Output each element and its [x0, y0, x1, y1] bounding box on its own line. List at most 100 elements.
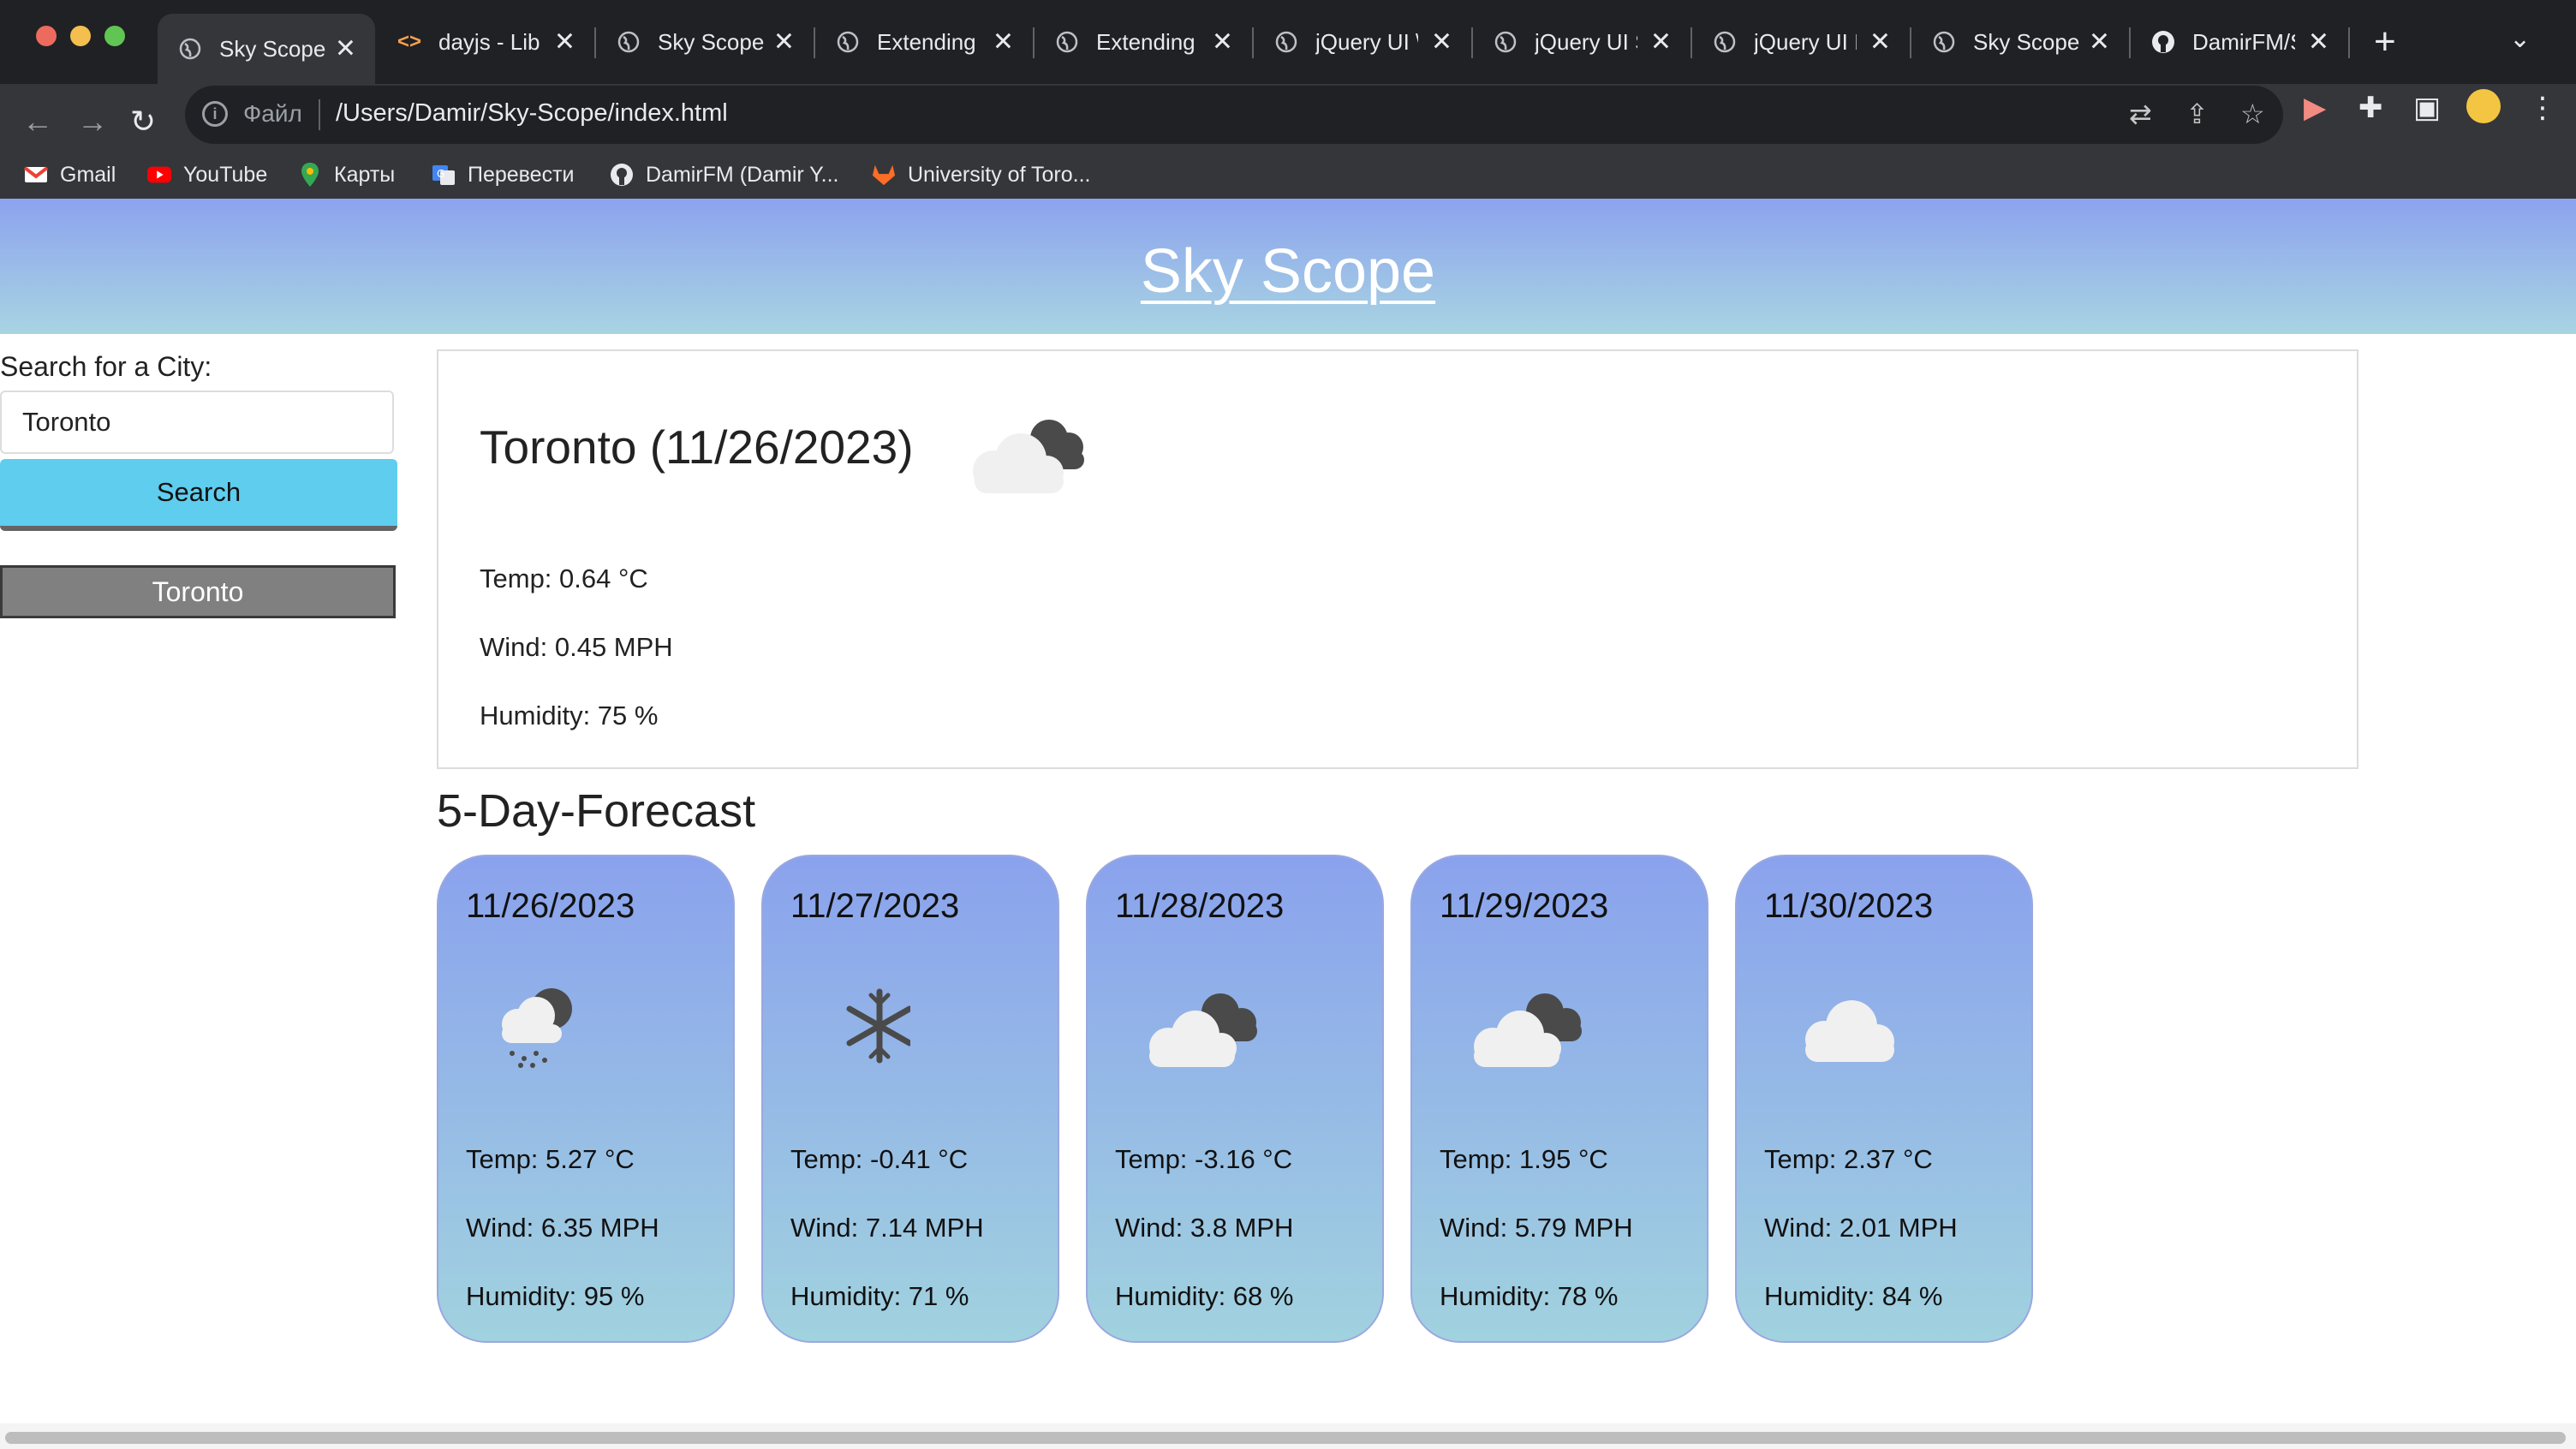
close-tab-icon[interactable]: ✕	[335, 34, 356, 64]
address-url[interactable]: /Users/Damir/Sky-Scope/index.html	[336, 99, 728, 128]
forecast-wind: Wind: 3.8 MPH	[1115, 1213, 1294, 1243]
browser-tab[interactable]: Sky Scope ✕	[1911, 14, 2131, 70]
close-tab-icon[interactable]: ✕	[1869, 27, 1891, 57]
tab-title: Sky Scope	[219, 35, 326, 62]
forecast-temperature: Temp: -0.41 °C	[790, 1144, 969, 1174]
forecast-temperature: Temp: 1.95 °C	[1440, 1144, 1608, 1174]
browser-tab[interactable]: <> dayjs - Lib ✕	[377, 14, 596, 70]
forecast-date: 11/30/2023	[1764, 887, 1934, 925]
current-weather-card: Toronto (11/26/2023) Temp: 0.64 °C Wind:…	[437, 349, 2358, 769]
browser-tab[interactable]: Extending ✕	[1035, 14, 1254, 70]
globe-icon	[1274, 30, 1298, 54]
menu-kebab-icon[interactable]: ⋮	[2528, 91, 2557, 125]
tab-title: jQuery UI S	[1535, 28, 1637, 55]
tab-title: jQuery UI \	[1315, 28, 1418, 55]
scrollbar-thumb[interactable]	[5, 1432, 2566, 1444]
extensions-puzzle-icon[interactable]: ✚	[2358, 91, 2383, 125]
forecast-temperature: Temp: 2.37 °C	[1764, 1144, 1933, 1174]
tab-search-chevron-icon[interactable]: ⌄	[2509, 24, 2531, 54]
city-search-input[interactable]	[0, 391, 394, 454]
globe-icon	[1055, 30, 1079, 54]
address-scheme-label: Файл	[243, 100, 302, 127]
globe-icon	[1932, 30, 1956, 54]
forecast-humidity: Humidity: 95 %	[466, 1281, 645, 1311]
back-arrow-icon[interactable]: ←	[22, 104, 53, 139]
extension-record-icon[interactable]: ▶	[2304, 91, 2326, 125]
bookmark-label: University of Toro...	[908, 162, 1091, 187]
bookmark-youtube[interactable]: YouTube	[147, 159, 267, 190]
close-tab-icon[interactable]: ✕	[1650, 27, 1672, 57]
search-label: Search for a City:	[0, 351, 212, 382]
close-tab-icon[interactable]: ✕	[1212, 27, 1233, 57]
partly-cloudy-icon	[959, 402, 1096, 501]
bookmark-university[interactable]: University of Toro...	[872, 159, 1091, 190]
bookmark-translate[interactable]: G Перевести	[432, 159, 575, 190]
translate-icon[interactable]: ⇄	[2129, 98, 2152, 130]
search-history-button[interactable]: Toronto	[0, 565, 396, 618]
browser-chrome: Sky Scope ✕ <> dayjs - Lib ✕ Sky Scope ✕…	[0, 0, 2576, 218]
forecast-date: 11/29/2023	[1440, 887, 1609, 925]
browser-tab[interactable]: Extending ✕	[815, 14, 1035, 70]
github-icon	[610, 163, 634, 187]
forecast-humidity: Humidity: 71 %	[790, 1281, 969, 1311]
bookmark-label: YouTube	[183, 162, 268, 187]
close-tab-icon[interactable]: ✕	[1431, 27, 1452, 57]
forward-arrow-icon[interactable]: →	[77, 104, 108, 139]
browser-tab[interactable]: Sky Scope ✕	[158, 14, 375, 84]
globe-icon	[178, 37, 202, 61]
forecast-temperature: Temp: 5.27 °C	[466, 1144, 635, 1174]
browser-tab[interactable]: Sky Scope ✕	[596, 14, 815, 70]
bookmark-maps[interactable]: Карты	[298, 159, 395, 190]
reload-icon[interactable]: ↻	[130, 104, 156, 139]
bookmark-label: Gmail	[60, 162, 116, 187]
close-tab-icon[interactable]: ✕	[773, 27, 795, 57]
new-tab-button[interactable]: +	[2374, 19, 2396, 65]
horizontal-scrollbar[interactable]	[0, 1423, 2576, 1449]
forecast-humidity: Humidity: 78 %	[1440, 1281, 1619, 1311]
tab-title: Sky Scope	[658, 28, 765, 55]
close-tab-icon[interactable]: ✕	[2308, 27, 2329, 57]
github-icon	[2151, 30, 2175, 54]
close-tab-icon[interactable]: ✕	[554, 27, 575, 57]
profile-avatar[interactable]	[2466, 89, 2501, 123]
window-maximize-button[interactable]	[104, 26, 125, 46]
bookmark-gmail[interactable]: Gmail	[24, 159, 116, 190]
browser-tab[interactable]: jQuery UI \ ✕	[1254, 14, 1473, 70]
forecast-card: 11/30/2023 Temp: 2.37 °C Wind: 2.01 MPH …	[1735, 855, 2033, 1343]
tab-title: Extending	[1096, 28, 1196, 55]
current-city-heading: Toronto (11/26/2023)	[480, 420, 914, 474]
youtube-icon	[147, 163, 171, 187]
tab-strip: Sky Scope ✕ <> dayjs - Lib ✕ Sky Scope ✕…	[0, 0, 2576, 84]
address-separator	[319, 99, 320, 130]
site-title-link[interactable]: Sky Scope	[1141, 236, 1435, 307]
search-button[interactable]: Search	[0, 459, 397, 531]
window-minimize-button[interactable]	[70, 26, 91, 46]
address-bar[interactable]: i Файл /Users/Damir/Sky-Scope/index.html…	[185, 86, 2283, 144]
svg-text:G: G	[437, 168, 444, 180]
browser-tab[interactable]: jQuery UI S ✕	[1473, 14, 1692, 70]
browser-tab[interactable]: DamirFM/S ✕	[2131, 14, 2350, 70]
tab-separator	[2348, 27, 2350, 58]
page-viewport: Sky Scope Search for a City: Search Toro…	[0, 199, 2576, 1449]
share-icon[interactable]: ⇪	[2185, 98, 2209, 130]
forecast-card: 11/27/2023 Temp: -0.41 °C Wind: 7.14 MPH…	[761, 855, 1059, 1343]
gmail-icon	[24, 163, 48, 187]
close-tab-icon[interactable]: ✕	[993, 27, 1014, 57]
info-icon[interactable]: i	[202, 101, 228, 127]
globe-icon	[1713, 30, 1737, 54]
browser-tab[interactable]: jQuery UI I ✕	[1692, 14, 1911, 70]
tab-title: DamirFM/S	[2192, 28, 2295, 55]
translate-icon: G	[432, 163, 456, 187]
globe-icon	[1494, 30, 1518, 54]
bookmark-star-icon[interactable]: ☆	[2240, 98, 2265, 130]
bookmark-github[interactable]: DamirFM (Damir Y...	[610, 159, 838, 190]
close-tab-icon[interactable]: ✕	[2089, 27, 2110, 57]
side-panel-icon[interactable]: ▣	[2413, 91, 2441, 125]
forecast-card: 11/29/2023 Temp: 1.95 °C Wind: 5.79 MPH …	[1410, 855, 1708, 1343]
forecast-card: 11/28/2023 Temp: -3.16 °C Wind: 3.8 MPH …	[1086, 855, 1384, 1343]
forecast-date: 11/27/2023	[790, 887, 960, 925]
window-close-button[interactable]	[36, 26, 57, 46]
forecast-wind: Wind: 2.01 MPH	[1764, 1213, 1958, 1243]
tab-title: jQuery UI I	[1754, 28, 1857, 55]
tab-title: dayjs - Lib	[438, 28, 540, 55]
